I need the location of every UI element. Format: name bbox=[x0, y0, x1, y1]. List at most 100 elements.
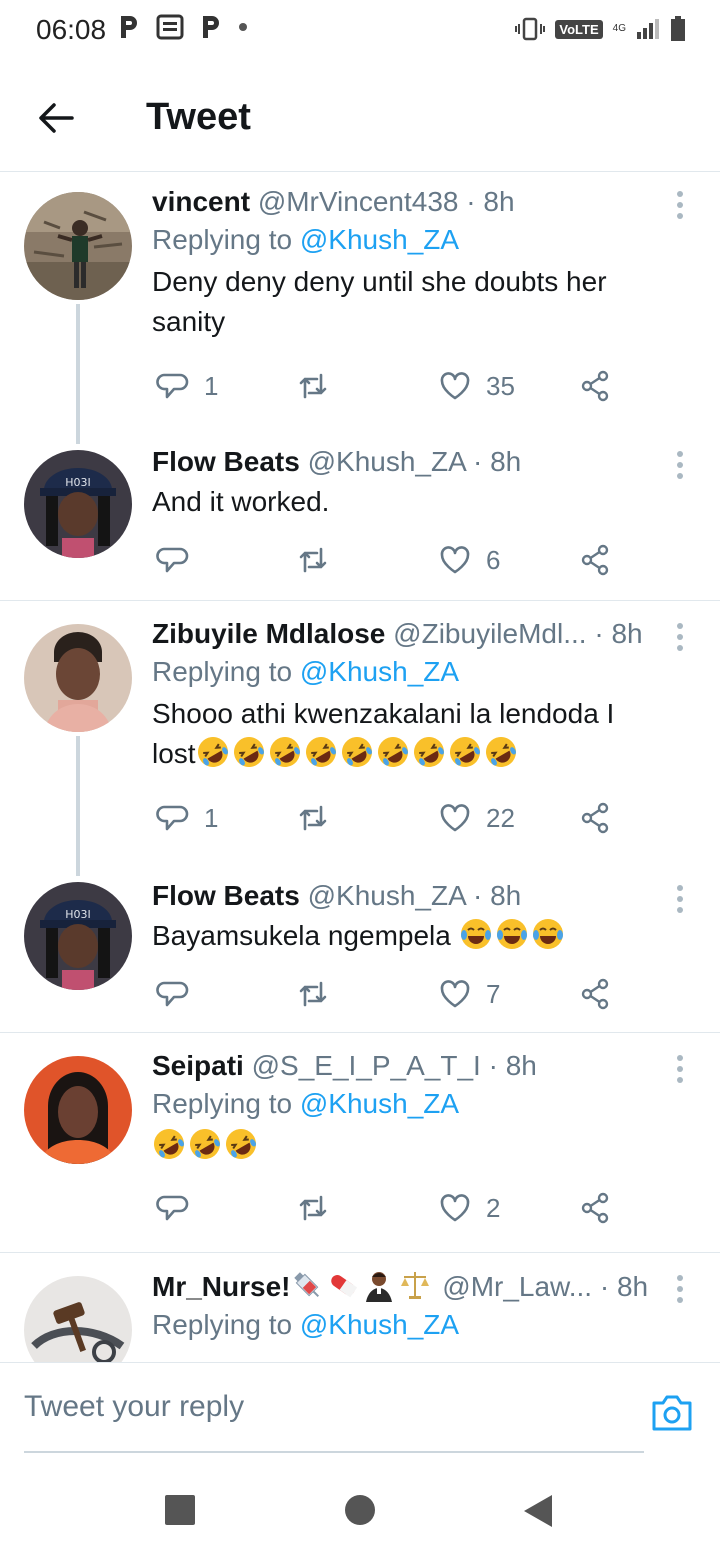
author-name[interactable]: Mr_Nurse! bbox=[152, 1271, 290, 1302]
retweet-button[interactable] bbox=[296, 974, 344, 1014]
avatar[interactable] bbox=[24, 1056, 132, 1164]
reply-button[interactable] bbox=[156, 540, 204, 580]
avatar[interactable] bbox=[24, 624, 132, 732]
author-name[interactable]: Flow Beats bbox=[152, 880, 300, 911]
replies-feed[interactable]: vincent @MrVincent438 · 8h Replying to @… bbox=[0, 172, 720, 1362]
tweet-text: Bayamsukela ngempela bbox=[152, 920, 451, 951]
author-handle[interactable]: @S_E_I_P_A_T_I bbox=[252, 1050, 481, 1081]
reply-input[interactable] bbox=[24, 1363, 644, 1453]
like-button[interactable]: 2 bbox=[438, 1188, 500, 1228]
author-handle[interactable]: @Mr_Law... bbox=[442, 1271, 592, 1302]
author-name[interactable]: vincent bbox=[152, 186, 250, 217]
reply-button[interactable] bbox=[156, 1188, 204, 1228]
rolling-on-floor-laughing-emoji-icon bbox=[269, 737, 300, 767]
rolling-on-floor-laughing-emoji-icon bbox=[485, 737, 516, 767]
back-arrow-icon[interactable] bbox=[36, 98, 76, 138]
rolling-on-floor-laughing-emoji-icon bbox=[190, 1129, 220, 1159]
tweet-actions: 1 35 bbox=[152, 366, 632, 406]
app-header: Tweet bbox=[0, 64, 720, 172]
author-name[interactable]: Zibuyile Mdlalose bbox=[152, 618, 385, 649]
replying-label: Replying to bbox=[152, 656, 293, 687]
separator: · bbox=[466, 186, 476, 217]
mention-link[interactable]: @Khush_ZA bbox=[300, 224, 459, 255]
avatar[interactable] bbox=[24, 1276, 132, 1362]
like-button[interactable]: 22 bbox=[438, 798, 515, 838]
retweet-button[interactable] bbox=[296, 1188, 344, 1228]
avatar[interactable]: H03I bbox=[24, 450, 132, 558]
share-button[interactable] bbox=[578, 366, 612, 406]
author-handle[interactable]: @Khush_ZA bbox=[308, 446, 466, 477]
camera-icon[interactable] bbox=[650, 1393, 694, 1433]
like-button[interactable]: 7 bbox=[438, 974, 500, 1014]
author-handle[interactable]: @MrVincent438 bbox=[258, 186, 459, 217]
like-button[interactable]: 6 bbox=[438, 540, 500, 580]
tweet-flow-beats-2[interactable]: H03I Flow Beats @Khush_ZA · 8h Bayamsuke… bbox=[0, 866, 720, 1032]
tweet-zibuyile[interactable]: Zibuyile Mdlalose @ZibuyileMdl... · 8h R… bbox=[0, 604, 720, 876]
rolling-on-floor-laughing-emoji-icon bbox=[377, 737, 408, 767]
tweet-content: Mr_Nurse! @Mr_Law... · 8h Replying to @K… bbox=[152, 1268, 660, 1345]
rolling-on-floor-laughing-emoji-icon bbox=[449, 737, 480, 767]
more-icon[interactable] bbox=[674, 190, 686, 220]
share-button[interactable] bbox=[578, 798, 612, 838]
like-icon bbox=[440, 980, 470, 1008]
tweet-content: Flow Beats @Khush_ZA · 8h And it worked. bbox=[152, 444, 660, 522]
tweet-header: Seipati @S_E_I_P_A_T_I · 8h bbox=[152, 1048, 660, 1084]
like-count: 7 bbox=[486, 978, 501, 1009]
tweet-seipati[interactable]: Seipati @S_E_I_P_A_T_I · 8h Replying to … bbox=[0, 1036, 720, 1252]
tweet-text-block bbox=[152, 1126, 660, 1166]
pill-emoji-icon bbox=[331, 1274, 358, 1298]
more-icon[interactable] bbox=[674, 1054, 686, 1084]
author-name[interactable]: Flow Beats bbox=[152, 446, 300, 477]
rolling-on-floor-laughing-emoji-icon bbox=[226, 1129, 256, 1159]
back-triangle-icon[interactable] bbox=[522, 1494, 554, 1528]
tweet-time: 8h bbox=[616, 1271, 649, 1302]
reply-button[interactable]: 1 bbox=[156, 798, 218, 838]
author-name[interactable]: Seipati bbox=[152, 1050, 244, 1081]
tweet-text: Deny deny deny until she doubts her sani… bbox=[152, 266, 607, 337]
more-icon[interactable] bbox=[674, 450, 686, 480]
share-button[interactable] bbox=[578, 974, 612, 1014]
author-handle[interactable]: @ZibuyileMdl... bbox=[393, 618, 586, 649]
tweet-divider bbox=[0, 1252, 720, 1253]
tweet-content: vincent @MrVincent438 · 8h Replying to @… bbox=[152, 184, 660, 342]
syringe-emoji-icon bbox=[294, 1272, 320, 1298]
retweet-icon bbox=[299, 1195, 327, 1221]
more-icon[interactable] bbox=[674, 622, 686, 652]
replying-to: Replying to @Khush_ZA bbox=[152, 652, 660, 692]
retweet-button[interactable] bbox=[296, 798, 344, 838]
more-icon[interactable] bbox=[674, 1274, 686, 1304]
recents-square-icon[interactable] bbox=[164, 1494, 196, 1526]
more-icon[interactable] bbox=[674, 884, 686, 914]
author-handle[interactable]: @Khush_ZA bbox=[308, 880, 466, 911]
tweet-mr-nurse[interactable]: Mr_Nurse! @Mr_Law... · 8h Replying to @K… bbox=[0, 1256, 720, 1362]
home-circle-icon[interactable] bbox=[344, 1494, 376, 1526]
share-icon bbox=[581, 802, 609, 834]
separator: · bbox=[488, 1050, 498, 1081]
signal-icon bbox=[637, 19, 659, 39]
mention-link[interactable]: @Khush_ZA bbox=[300, 1088, 459, 1119]
avatar[interactable]: H03I bbox=[24, 882, 132, 990]
retweet-button[interactable] bbox=[296, 540, 344, 580]
tweet-vincent[interactable]: vincent @MrVincent438 · 8h Replying to @… bbox=[0, 172, 720, 444]
tweet-text-block: Bayamsukela ngempela bbox=[152, 916, 660, 956]
share-button[interactable] bbox=[578, 540, 612, 580]
like-icon bbox=[440, 1194, 470, 1222]
tweet-flow-beats[interactable]: H03I Flow Beats @Khush_ZA · 8h And it wo… bbox=[0, 432, 720, 600]
reply-icon bbox=[156, 547, 189, 573]
like-button[interactable]: 35 bbox=[438, 366, 515, 406]
share-icon bbox=[581, 978, 609, 1010]
replying-label: Replying to bbox=[152, 1309, 293, 1340]
tweet-actions: 7 bbox=[152, 974, 632, 1014]
tweet-text-block: Shooo athi kwenzakalani la lendoda I los… bbox=[152, 694, 660, 774]
reply-button[interactable] bbox=[156, 974, 204, 1014]
mention-link[interactable]: @Khush_ZA bbox=[300, 1309, 459, 1340]
avatar[interactable] bbox=[24, 192, 132, 300]
reply-button[interactable]: 1 bbox=[156, 366, 218, 406]
reply-icon bbox=[156, 981, 189, 1007]
mention-link[interactable]: @Khush_ZA bbox=[300, 656, 459, 687]
like-count: 6 bbox=[486, 544, 501, 575]
emoji-row bbox=[196, 737, 520, 769]
share-button[interactable] bbox=[578, 1188, 612, 1228]
p-app-icon-2 bbox=[203, 16, 219, 38]
retweet-button[interactable] bbox=[296, 366, 344, 406]
